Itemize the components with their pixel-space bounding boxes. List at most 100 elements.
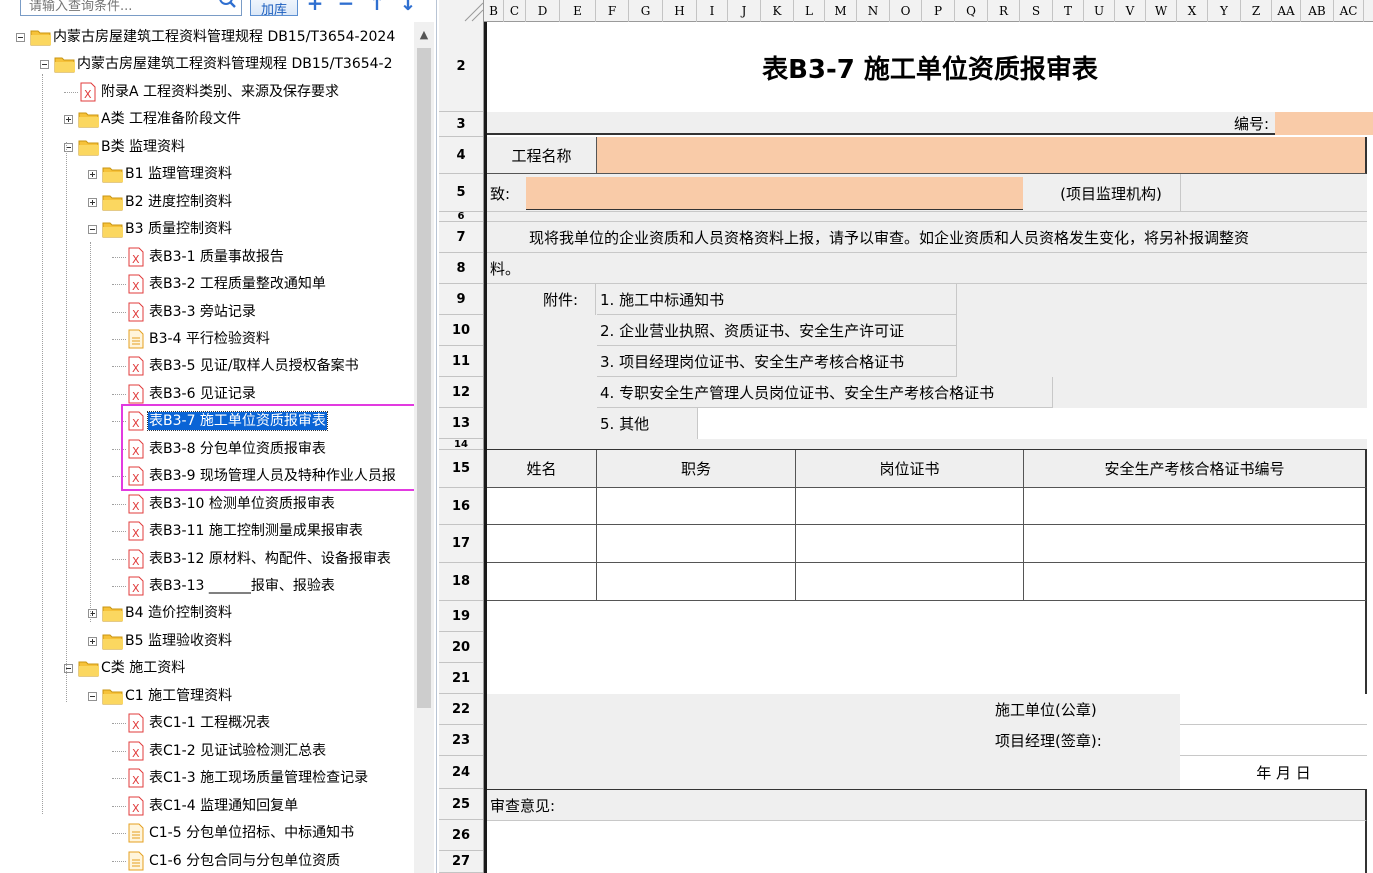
tree-item[interactable]: X 表B3-6 见证记录 bbox=[0, 381, 414, 408]
move-down-icon[interactable]: ↓ bbox=[397, 0, 419, 13]
row-header-20[interactable]: 20 bbox=[439, 632, 483, 663]
column-header-o[interactable]: O bbox=[890, 0, 922, 22]
column-header-i[interactable]: I bbox=[697, 0, 728, 22]
tree-item[interactable]: X 表B3-12 原材料、构配件、设备报审表 bbox=[0, 546, 414, 573]
column-header-b[interactable]: B bbox=[484, 0, 504, 22]
scroll-up-arrow-icon[interactable]: ▲ bbox=[414, 28, 434, 44]
tree-item[interactable]: X 表B3-3 旁站记录 bbox=[0, 299, 414, 326]
code-field[interactable] bbox=[1275, 112, 1373, 135]
collapse-icon[interactable] bbox=[88, 691, 97, 701]
column-header-q[interactable]: Q bbox=[955, 0, 988, 22]
tree-item[interactable]: C1-6 分包合同与分包单位资质 bbox=[0, 848, 414, 873]
column-header-aa[interactable]: AA bbox=[1272, 0, 1301, 22]
row-header-10[interactable]: 10 bbox=[439, 315, 483, 346]
tree-item[interactable]: B2 进度控制资料 bbox=[0, 189, 414, 216]
row-header-19[interactable]: 19 bbox=[439, 601, 483, 632]
tree-item[interactable]: X 表C1-4 监理通知回复单 bbox=[0, 793, 414, 820]
column-header-w[interactable]: W bbox=[1146, 0, 1177, 22]
collapse-icon[interactable] bbox=[40, 60, 49, 70]
column-header-z[interactable]: Z bbox=[1241, 0, 1272, 22]
column-header-n[interactable]: N bbox=[857, 0, 890, 22]
table-cell[interactable] bbox=[597, 563, 796, 601]
expand-icon[interactable] bbox=[64, 115, 73, 125]
column-header-v[interactable]: V bbox=[1115, 0, 1146, 22]
column-header-t[interactable]: T bbox=[1053, 0, 1084, 22]
tree-item[interactable]: B3 质量控制资料 bbox=[0, 216, 414, 243]
row-header-16[interactable]: 16 bbox=[439, 488, 483, 525]
construction-unit-field[interactable] bbox=[1180, 694, 1367, 725]
tree-item[interactable]: X 表C1-1 工程概况表 bbox=[0, 710, 414, 737]
column-header-d[interactable]: D bbox=[526, 0, 560, 22]
row-header-12[interactable]: 12 bbox=[439, 377, 483, 408]
tree-item[interactable]: A类 工程准备阶段文件 bbox=[0, 106, 414, 133]
tree-item[interactable]: B5 监理验收资料 bbox=[0, 628, 414, 655]
tree-item[interactable]: X 表B3-11 施工控制测量成果报审表 bbox=[0, 518, 414, 545]
column-header-s[interactable]: S bbox=[1020, 0, 1053, 22]
row-header-17[interactable]: 17 bbox=[439, 525, 483, 563]
project-manager-field[interactable] bbox=[1180, 725, 1367, 756]
column-header-ac[interactable]: AC bbox=[1334, 0, 1364, 22]
remove-node-icon[interactable]: − bbox=[335, 0, 357, 13]
table-cell[interactable] bbox=[597, 525, 796, 563]
search-icon[interactable] bbox=[217, 0, 239, 13]
tree-item-selected[interactable]: X 表B3-7 施工单位资质报审表 bbox=[0, 408, 414, 435]
row-header-6[interactable]: 6 bbox=[439, 211, 483, 222]
table-cell[interactable] bbox=[1024, 525, 1367, 563]
row-header-23[interactable]: 23 bbox=[439, 725, 483, 756]
column-header-ab[interactable]: AB bbox=[1301, 0, 1334, 22]
table-cell[interactable] bbox=[796, 563, 1024, 601]
tree-item[interactable]: 内蒙古房屋建筑工程资料管理规程 DB15/T3654-2 bbox=[0, 51, 414, 78]
column-header-j[interactable]: J bbox=[728, 0, 761, 22]
tree-item[interactable]: X 附录A 工程资料类别、来源及保存要求 bbox=[0, 79, 414, 106]
tree-item[interactable]: B类 监理资料 bbox=[0, 134, 414, 161]
column-header-f[interactable]: F bbox=[596, 0, 629, 22]
tree-item[interactable]: X 表B3-5 见证/取样人员授权备案书 bbox=[0, 353, 414, 380]
tree-item[interactable]: X 表C1-2 见证试验检测汇总表 bbox=[0, 738, 414, 765]
expand-icon[interactable] bbox=[88, 197, 97, 207]
column-header-k[interactable]: K bbox=[761, 0, 794, 22]
column-header-x[interactable]: X bbox=[1177, 0, 1208, 22]
column-header-c[interactable]: C bbox=[504, 0, 526, 22]
tree-item[interactable]: X 表C1-3 施工现场质量管理检查记录 bbox=[0, 765, 414, 792]
column-header-y[interactable]: Y bbox=[1208, 0, 1241, 22]
tree-item[interactable]: B4 造价控制资料 bbox=[0, 600, 414, 627]
other-attachment-field[interactable] bbox=[697, 408, 1367, 439]
row-header-11[interactable]: 11 bbox=[439, 346, 483, 377]
add-node-icon[interactable]: + bbox=[304, 0, 326, 13]
search-box[interactable] bbox=[20, 0, 242, 16]
row-header-4[interactable]: 4 bbox=[439, 137, 483, 174]
tree-item[interactable]: C1 施工管理资料 bbox=[0, 683, 414, 710]
row-header-13[interactable]: 13 bbox=[439, 408, 483, 439]
table-cell[interactable] bbox=[1024, 563, 1367, 601]
column-header-g[interactable]: G bbox=[629, 0, 663, 22]
collapse-icon[interactable] bbox=[16, 33, 25, 42]
table-cell[interactable] bbox=[796, 525, 1024, 563]
tree-item[interactable]: C类 施工资料 bbox=[0, 655, 414, 682]
to-field[interactable] bbox=[526, 177, 1023, 210]
row-header-26[interactable]: 26 bbox=[439, 820, 483, 851]
table-cell[interactable] bbox=[796, 488, 1024, 525]
review-opinion-field[interactable] bbox=[487, 821, 1367, 873]
row-header-18[interactable]: 18 bbox=[439, 563, 483, 601]
column-header-p[interactable]: P bbox=[922, 0, 955, 22]
tree-item[interactable]: X 表B3-10 检测单位资质报审表 bbox=[0, 491, 414, 518]
column-header-l[interactable]: L bbox=[794, 0, 825, 22]
row-header-21[interactable]: 21 bbox=[439, 663, 483, 694]
row-header-15[interactable]: 15 bbox=[439, 450, 483, 488]
row-header-5[interactable]: 5 bbox=[439, 174, 483, 212]
row-header-2[interactable]: 2 bbox=[439, 22, 483, 112]
collapse-icon[interactable] bbox=[88, 225, 97, 235]
tree-item[interactable]: X 表B3-9 现场管理人员及特种作业人员报 bbox=[0, 463, 414, 490]
table-cell[interactable] bbox=[487, 488, 597, 525]
select-all-corner[interactable] bbox=[439, 0, 484, 22]
add-library-button[interactable]: 加库 bbox=[250, 0, 298, 18]
tree-item[interactable]: B3-4 平行检验资料 bbox=[0, 326, 414, 353]
tree-scrollbar[interactable]: ▲ bbox=[414, 22, 434, 873]
row-header-8[interactable]: 8 bbox=[439, 253, 483, 284]
row-header-22[interactable]: 22 bbox=[439, 694, 483, 725]
project-name-field[interactable] bbox=[597, 137, 1367, 174]
table-cell[interactable] bbox=[487, 563, 597, 601]
expand-icon[interactable] bbox=[88, 636, 97, 646]
tree-item[interactable]: B1 监理管理资料 bbox=[0, 161, 414, 188]
row-header-9[interactable]: 9 bbox=[439, 284, 483, 315]
